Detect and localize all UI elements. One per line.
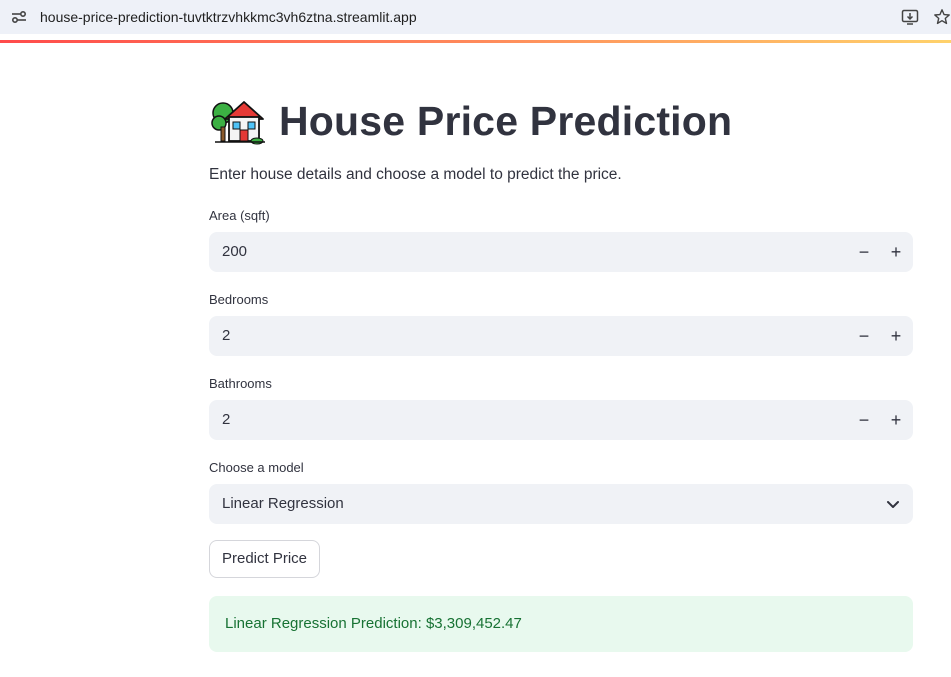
bedrooms-increment-button[interactable]: + (880, 316, 912, 356)
area-increment-button[interactable]: + (880, 232, 912, 272)
bathrooms-label: Bathrooms (209, 376, 272, 391)
page-title-text: House Price Prediction (279, 97, 733, 144)
area-label: Area (sqft) (209, 208, 270, 223)
app-header-decoration (0, 40, 951, 43)
browser-toolbar: house-price-prediction-tuvtktrzvhkkmc3vh… (0, 0, 951, 40)
address-bar[interactable]: house-price-prediction-tuvtktrzvhkkmc3vh… (0, 0, 951, 34)
page-title: House Price Prediction (209, 95, 732, 147)
bathrooms-decrement-button[interactable]: − (848, 400, 880, 440)
area-value[interactable]: 200 (222, 243, 247, 260)
model-label: Choose a model (209, 460, 304, 475)
predict-price-button[interactable]: Predict Price (209, 540, 321, 578)
house-with-garden-icon (211, 101, 265, 145)
bedrooms-decrement-button[interactable]: − (848, 316, 880, 356)
prediction-result-text: Linear Regression Prediction: $3,309,452… (225, 615, 522, 632)
bathrooms-number-input[interactable]: 2 − + (209, 400, 913, 440)
area-decrement-button[interactable]: − (848, 232, 880, 272)
area-number-input[interactable]: 200 − + (209, 232, 913, 272)
model-selected-value[interactable]: Linear Regression (222, 495, 344, 512)
bookmark-star-icon[interactable] (933, 8, 951, 26)
chevron-down-icon[interactable] (885, 496, 901, 512)
bedrooms-value[interactable]: 2 (222, 327, 230, 344)
bedrooms-label: Bedrooms (209, 292, 269, 307)
page-description: Enter house details and choose a model t… (209, 166, 622, 183)
bedrooms-number-input[interactable]: 2 − + (209, 316, 913, 356)
install-app-icon[interactable] (901, 8, 919, 26)
site-settings-icon[interactable] (10, 8, 28, 26)
prediction-success-alert: Linear Regression Prediction: $3,309,452… (209, 596, 913, 652)
bathrooms-value[interactable]: 2 (222, 411, 230, 428)
model-select[interactable]: Linear Regression (209, 484, 913, 524)
bathrooms-increment-button[interactable]: + (880, 400, 912, 440)
url-text[interactable]: house-price-prediction-tuvtktrzvhkkmc3vh… (40, 9, 417, 25)
